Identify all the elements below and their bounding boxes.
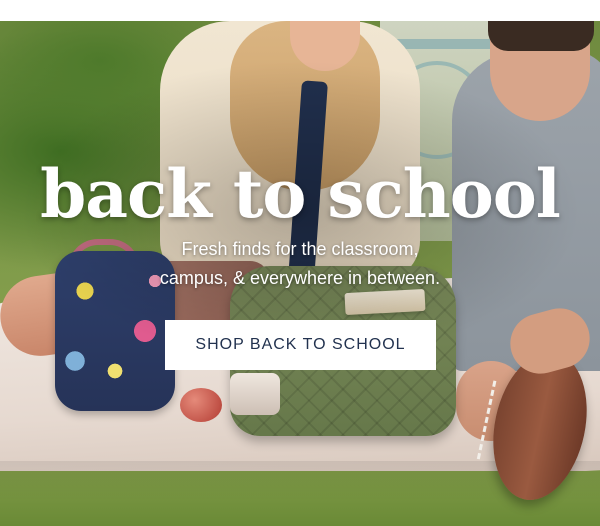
- hero-headline: back to school: [40, 155, 561, 233]
- hero-banner[interactable]: back to school Fresh finds for the class…: [0, 21, 600, 526]
- subhead-line-1: Fresh finds for the classroom,: [181, 239, 419, 259]
- shop-back-to-school-button[interactable]: SHOP BACK TO SCHOOL: [165, 320, 436, 370]
- subhead-line-2: campus, & everywhere in between.: [159, 268, 441, 288]
- hero-subheading: Fresh finds for the classroom, campus, &…: [90, 235, 510, 293]
